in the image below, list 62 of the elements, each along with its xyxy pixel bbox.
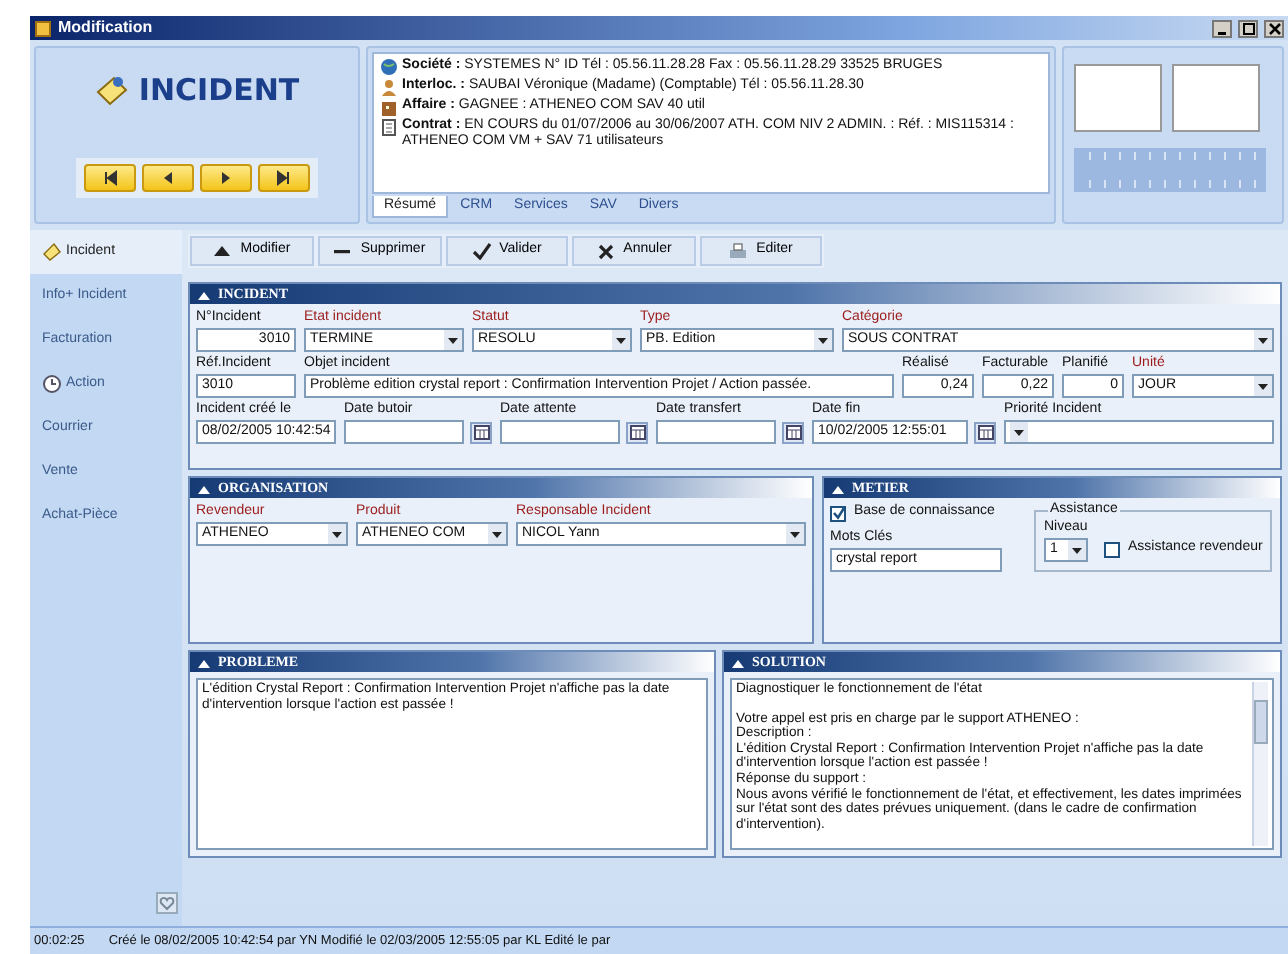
note-icon: [42, 242, 62, 262]
person-icon: [380, 78, 398, 96]
caret-icon: [1010, 422, 1028, 442]
triangle-icon: [212, 242, 233, 260]
window-title: Modification: [58, 18, 153, 38]
date-field[interactable]: [344, 420, 464, 444]
collapse-icon[interactable]: [198, 289, 210, 299]
caret-icon: [814, 330, 832, 350]
window-icon: [34, 19, 52, 37]
calendar-icon: [977, 424, 993, 440]
printer-icon: [728, 242, 749, 260]
caret-icon: [1254, 330, 1272, 350]
close-icon: [1267, 21, 1281, 35]
previous-record-button[interactable]: [142, 163, 194, 192]
last-record-icon: [276, 169, 292, 186]
heart-icon[interactable]: [156, 892, 178, 914]
preview-frame: [1172, 64, 1260, 132]
preview-frame: [1074, 64, 1162, 132]
caret-icon: [1068, 540, 1086, 560]
scrollbar[interactable]: [1252, 682, 1268, 846]
close-button[interactable]: [1264, 19, 1284, 37]
caret-icon: [328, 524, 346, 544]
cross-icon: [595, 242, 616, 260]
last-record-button[interactable]: [258, 163, 310, 192]
calendar-icon: [785, 424, 801, 440]
clock-icon: [42, 374, 62, 394]
dropdown-field[interactable]: [1004, 420, 1274, 444]
collapse-icon[interactable]: [198, 483, 210, 493]
calendar-button[interactable]: [974, 421, 996, 443]
collapse-icon[interactable]: [732, 657, 744, 667]
next-record-icon: [218, 169, 234, 186]
calendar-button[interactable]: [470, 421, 492, 443]
date-field[interactable]: [500, 420, 620, 444]
caret-icon: [444, 330, 462, 350]
maximize-icon: [1241, 21, 1255, 35]
calendar-button[interactable]: [626, 421, 648, 443]
checkbox[interactable]: [830, 505, 846, 521]
globe-icon: [380, 58, 398, 76]
maximize-button[interactable]: [1238, 19, 1258, 37]
check-icon: [471, 242, 492, 260]
first-record-button[interactable]: [84, 163, 136, 192]
record-type-title: INCIDENT: [138, 72, 300, 109]
building-icon: [380, 98, 398, 116]
caret-icon: [488, 524, 506, 544]
checkbox[interactable]: [1104, 541, 1120, 557]
check-icon: [831, 506, 845, 520]
caret-icon: [612, 330, 630, 350]
previous-record-icon: [160, 169, 176, 186]
collapse-icon[interactable]: [198, 657, 210, 667]
note-icon: [94, 74, 131, 107]
document-icon: [380, 118, 398, 136]
calendar-icon: [473, 424, 489, 440]
caret-icon: [786, 524, 804, 544]
text-area[interactable]: [730, 678, 1274, 850]
minimize-button[interactable]: [1212, 19, 1232, 37]
date-field[interactable]: [656, 420, 776, 444]
collapse-icon[interactable]: [832, 483, 844, 493]
caret-icon: [1254, 376, 1272, 396]
next-record-button[interactable]: [200, 163, 252, 192]
first-record-icon: [102, 169, 118, 186]
calendar-button[interactable]: [782, 421, 804, 443]
calendar-icon: [629, 424, 645, 440]
